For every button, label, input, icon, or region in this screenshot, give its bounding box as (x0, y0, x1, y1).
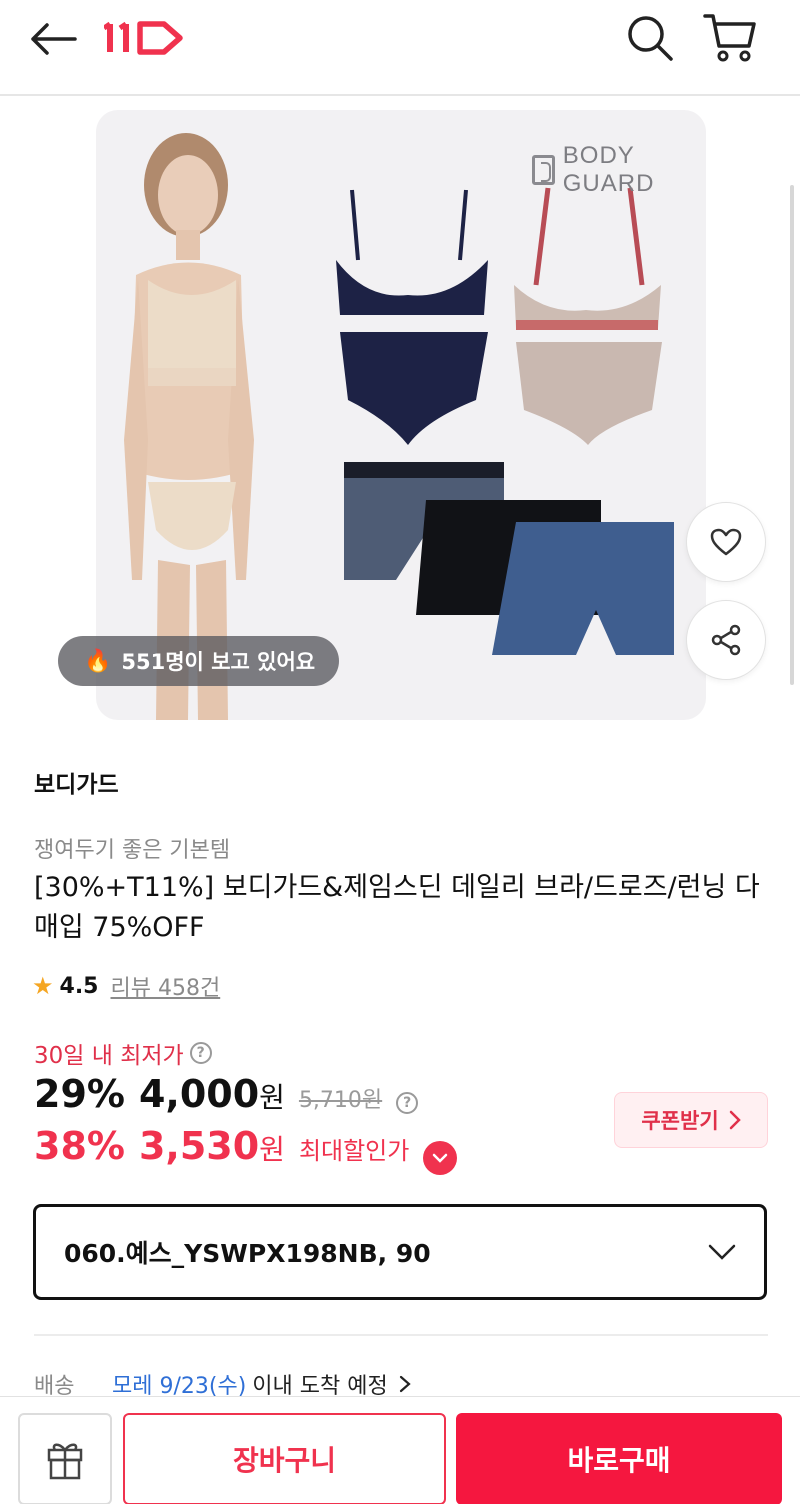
viewers-badge: 🔥 551명이 보고 있어요 (58, 636, 340, 686)
sale-price: 4,000원 (139, 1072, 285, 1116)
price-row-sale: 29% 4,000원 5,710원 ? (34, 1072, 419, 1116)
share-icon (711, 624, 741, 656)
won-unit-2: 원 (259, 1133, 285, 1166)
option-selected-value: 060.예스_YSWPX198NB, 90 (64, 1239, 431, 1268)
share-button[interactable] (686, 600, 766, 680)
chevron-down-circle-icon[interactable] (423, 1141, 458, 1175)
bodyguard-logo-icon (532, 155, 555, 185)
brand-watermark: BODY GUARD (532, 142, 706, 198)
11st-logo[interactable] (102, 18, 184, 58)
back-arrow-icon (31, 23, 77, 55)
coupon-label: 쿠폰받기 (641, 1109, 719, 1133)
brand-watermark-text: BODY GUARD (562, 142, 655, 197)
chevron-right-icon (729, 1110, 741, 1130)
star-icon: ★ (32, 972, 54, 1000)
viewers-text: 551명이 보고 있어요 (121, 650, 316, 674)
add-to-cart-button[interactable]: 장바구니 (123, 1413, 446, 1504)
gift-button[interactable] (18, 1413, 112, 1504)
max-price-value: 3,530 (138, 1124, 260, 1168)
lowest-price-text: 30일 내 최저가 (34, 1043, 184, 1069)
max-discount-price: 3,530원 (139, 1124, 285, 1168)
fire-icon: 🔥 (84, 648, 112, 674)
help-icon[interactable]: ? (189, 1042, 212, 1064)
sale-price-value: 4,000 (138, 1072, 260, 1116)
search-button[interactable] (622, 10, 678, 66)
max-discount-label: 최대할인가 (298, 1137, 410, 1165)
product-title: [30%+T11%] 보디가드&제임스딘 데일리 브라/드로즈/런닝 다매입 7… (34, 872, 760, 943)
discount-rate: 29% (34, 1072, 125, 1116)
won-unit: 원 (259, 1081, 285, 1114)
divider (34, 1334, 768, 1336)
rating-row: ★ 4.5 리뷰 458건 (32, 970, 220, 1002)
cart-icon (703, 14, 756, 62)
option-select[interactable]: 060.예스_YSWPX198NB, 90 (33, 1204, 767, 1300)
chevron-right-icon (399, 1375, 411, 1393)
rating-value: 4.5 (59, 973, 99, 999)
scrollbar[interactable] (790, 185, 794, 685)
search-icon (628, 16, 673, 61)
gift-icon (47, 1443, 83, 1480)
lowest-price-label: 30일 내 최저가 ? (34, 1036, 212, 1070)
product-subtitle: 쟁여두기 좋은 기본템 (34, 838, 231, 863)
max-discount-rate: 38% (34, 1124, 125, 1168)
cart-button[interactable] (700, 10, 760, 66)
product-image[interactable]: BODY GUARD (96, 110, 706, 720)
buy-now-button[interactable]: 바로구매 (456, 1413, 782, 1504)
price-help-icon[interactable]: ? (396, 1092, 419, 1114)
product-photo-illustration (124, 133, 674, 720)
bottom-action-bar: 장바구니 바로구매 (0, 1396, 800, 1504)
brand-name[interactable]: 보디가드 (34, 765, 119, 799)
wishlist-button[interactable] (686, 502, 766, 582)
top-header (0, 0, 800, 96)
review-link[interactable]: 리뷰 458건 (111, 970, 221, 1002)
chevron-down-icon (708, 1244, 736, 1260)
coupon-button[interactable]: 쿠폰받기 (614, 1092, 768, 1148)
price-row-max: 38% 3,530원 최대할인가 (34, 1124, 458, 1175)
original-price: 5,710원 (298, 1088, 383, 1113)
back-button[interactable] (26, 14, 80, 64)
heart-icon (710, 528, 742, 556)
